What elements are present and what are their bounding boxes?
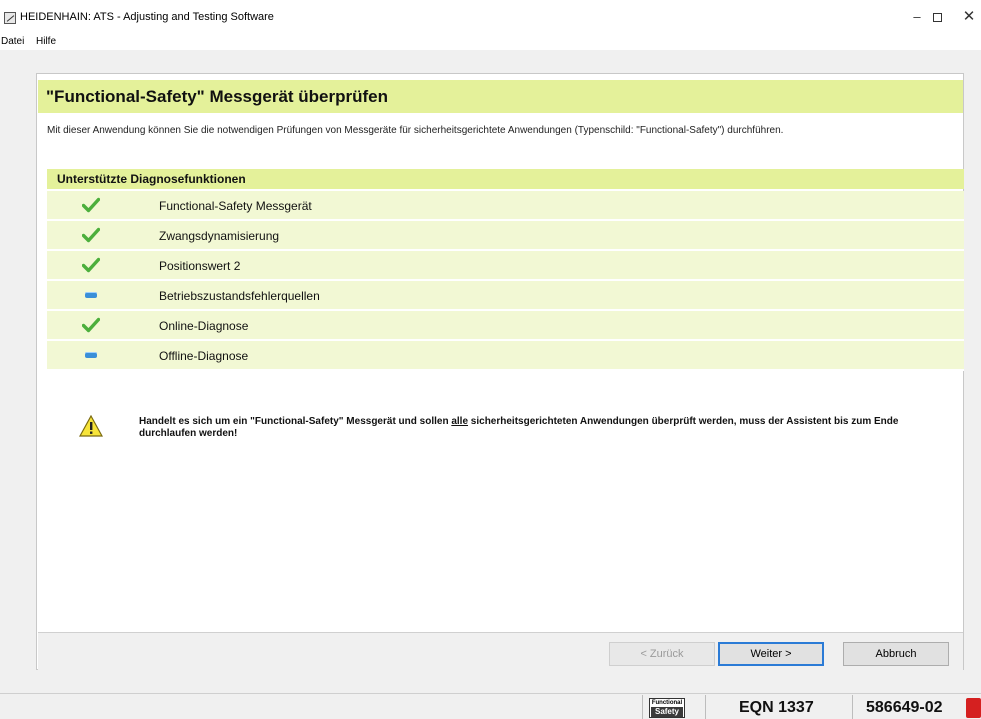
functional-safety-logo: Functional Safety xyxy=(649,698,685,718)
logo-text-bottom: Safety xyxy=(651,707,683,717)
diagnostic-row: Offline-Diagnose xyxy=(47,341,964,371)
diagnostic-label: Online-Diagnose xyxy=(159,319,249,333)
diagnostic-row: Betriebszustandsfehlerquellen xyxy=(47,281,964,311)
connection-icon xyxy=(966,698,981,718)
warning-text-emphasis: alle xyxy=(451,416,469,427)
maximize-icon xyxy=(932,13,942,23)
diagnostic-row: Positionswert 2 xyxy=(47,251,964,281)
warning-text-before: Handelt es sich um ein "Functional-Safet… xyxy=(139,416,452,427)
menu-hilfe[interactable]: Hilfe xyxy=(36,36,56,47)
window-title: HEIDENHAIN: ATS - Adjusting and Testing … xyxy=(20,11,274,23)
title-bar: HEIDENHAIN: ATS - Adjusting and Testing … xyxy=(0,0,981,34)
maximize-button[interactable] xyxy=(924,8,950,26)
close-button[interactable]: ✕ xyxy=(956,8,981,26)
button-bar: < Zurück Weiter > Abbruch xyxy=(38,632,963,670)
checkmark-icon xyxy=(81,317,101,333)
app-icon xyxy=(4,12,16,24)
diagnostic-row: Zwangsdynamisierung xyxy=(47,221,964,251)
client-area: "Functional-Safety" Messgerät überprüfen… xyxy=(0,50,981,693)
cancel-button[interactable]: Abbruch xyxy=(843,642,949,666)
menu-bar: Datei Hilfe xyxy=(0,34,981,50)
status-bar: Functional Safety EQN 1337 586649-02 xyxy=(0,693,981,719)
dash-icon xyxy=(82,287,100,303)
status-device-id-cell: 586649-02 xyxy=(852,695,960,719)
diagnostic-label: Functional-Safety Messgerät xyxy=(159,199,312,213)
logo-text-top: Functional xyxy=(651,700,683,706)
checkmark-icon xyxy=(81,197,101,213)
diagnostic-label: Positionswert 2 xyxy=(159,259,241,273)
page-title: "Functional-Safety" Messgerät überprüfen xyxy=(46,87,389,106)
diagnostic-row: Online-Diagnose xyxy=(47,311,964,341)
next-button[interactable]: Weiter > xyxy=(718,642,824,666)
page-description: Mit dieser Anwendung können Sie die notw… xyxy=(47,125,784,136)
warning-icon xyxy=(78,414,104,437)
diagnostic-label: Betriebszustandsfehlerquellen xyxy=(159,289,320,303)
diagnostic-label: Offline-Diagnose xyxy=(159,349,249,363)
status-device-type-cell: EQN 1337 xyxy=(705,695,840,719)
device-id: 586649-02 xyxy=(866,699,943,716)
back-button[interactable]: < Zurück xyxy=(609,642,715,666)
diagnostics-header-label: Unterstützte Diagnosefunktionen xyxy=(57,172,246,186)
diagnostics-header: Unterstützte Diagnosefunktionen xyxy=(47,169,964,189)
checkmark-icon xyxy=(81,257,101,273)
status-logo-cell: Functional Safety xyxy=(642,695,705,719)
diagnostic-label: Zwangsdynamisierung xyxy=(159,229,280,243)
dash-icon xyxy=(82,347,100,363)
checkmark-icon xyxy=(81,227,101,243)
menu-datei[interactable]: Datei xyxy=(1,36,24,47)
diagnostic-row: Functional-Safety Messgerät xyxy=(47,191,964,221)
warning-message: Handelt es sich um ein "Functional-Safet… xyxy=(139,416,929,440)
device-type: EQN 1337 xyxy=(739,699,814,716)
diagnostics-list: Functional-Safety Messgerät Zwangsdynamis… xyxy=(47,191,964,371)
wizard-panel: "Functional-Safety" Messgerät überprüfen… xyxy=(36,73,964,670)
title-band: "Functional-Safety" Messgerät überprüfen xyxy=(38,80,963,113)
